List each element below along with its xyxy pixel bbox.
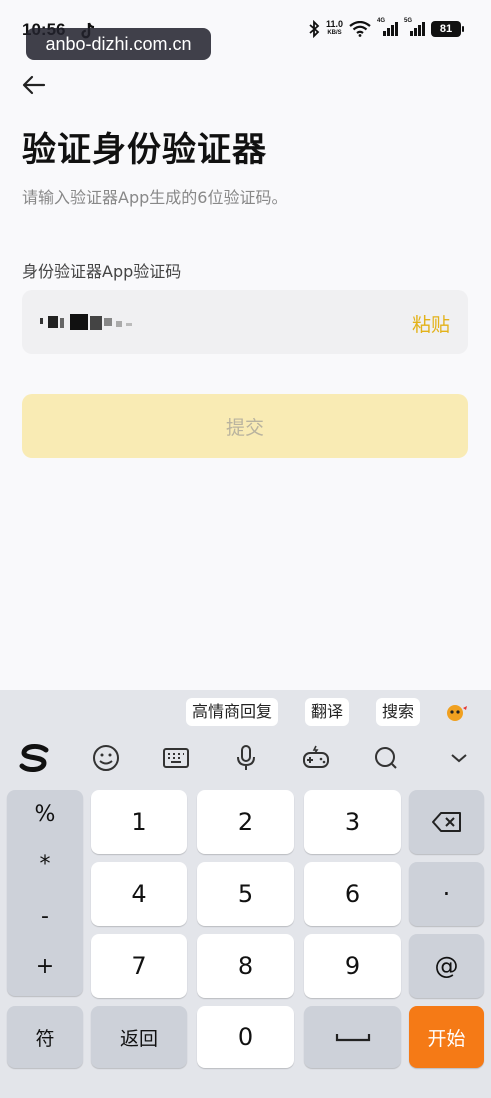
paste-button[interactable]: 粘贴 xyxy=(412,310,450,337)
space-key[interactable] xyxy=(304,1006,401,1068)
keyboard-suggestion-bar: 高情商回复 翻译 搜索 xyxy=(0,690,491,734)
key-2[interactable]: 2 xyxy=(197,790,294,854)
signal-4g-icon: 4G xyxy=(377,18,398,36)
wifi-icon xyxy=(349,21,371,37)
code-field-label: 身份验证器App验证码 xyxy=(22,262,182,281)
suggestion-translate[interactable]: 翻译 xyxy=(305,698,350,726)
start-key[interactable]: 开始 xyxy=(409,1006,484,1068)
microphone-icon[interactable] xyxy=(230,742,262,774)
key-plus[interactable]: + xyxy=(7,954,83,979)
key-8[interactable]: 8 xyxy=(197,934,294,998)
page-title: 验证身份验证器 xyxy=(22,130,267,170)
backspace-key[interactable] xyxy=(409,790,484,854)
key-dot[interactable]: · xyxy=(409,862,484,926)
space-icon xyxy=(335,1034,370,1042)
key-3[interactable]: 3 xyxy=(304,790,401,854)
code-input[interactable]: 粘贴 xyxy=(22,290,468,354)
key-6[interactable]: 6 xyxy=(304,862,401,926)
sogou-logo-icon[interactable] xyxy=(18,742,50,774)
page-subtitle: 请输入验证器App生成的6位验证码。 xyxy=(22,188,288,207)
keyboard-toolbar xyxy=(0,736,491,780)
status-icons: 11.0 KB/S 4G 5G 81 xyxy=(308,18,464,38)
network-speed: 11.0 KB/S xyxy=(325,19,343,37)
key-5[interactable]: 5 xyxy=(197,862,294,926)
key-asterisk[interactable]: * xyxy=(7,852,83,877)
search-icon[interactable] xyxy=(370,742,402,774)
emoji-icon[interactable] xyxy=(90,742,122,774)
watermark-label: anbo-dizhi.com.cn xyxy=(26,28,211,60)
key-0[interactable]: 0 xyxy=(197,1006,294,1068)
suggestion-eq-reply[interactable]: 高情商回复 xyxy=(186,698,279,726)
backspace-icon xyxy=(431,812,461,832)
keyboard: 高情商回复 翻译 搜索 % * - + 1 2 3 4 5 6 · 7 8 9 … xyxy=(0,690,491,1098)
keyboard-layout-icon[interactable] xyxy=(160,742,192,774)
suggestion-search[interactable]: 搜索 xyxy=(376,698,421,726)
key-4[interactable]: 4 xyxy=(91,862,187,926)
key-percent[interactable]: % xyxy=(7,802,83,827)
collapse-keyboard-icon[interactable] xyxy=(443,742,475,774)
key-at[interactable]: @ xyxy=(409,934,484,998)
back-arrow-icon[interactable] xyxy=(22,74,46,96)
key-9[interactable]: 9 xyxy=(304,934,401,998)
submit-button[interactable]: 提交 xyxy=(22,394,468,458)
battery-indicator: 81 xyxy=(431,21,464,37)
signal-5g-icon: 5G xyxy=(404,18,425,36)
key-7[interactable]: 7 xyxy=(91,934,187,998)
symbol-column[interactable]: % * - + xyxy=(7,790,83,996)
status-bar: 10:56 anbo-dizhi.com.cn 11.0 KB/S 4G 5G … xyxy=(0,0,491,60)
key-1[interactable]: 1 xyxy=(91,790,187,854)
gamepad-icon[interactable] xyxy=(300,742,332,774)
bluetooth-icon xyxy=(309,20,320,38)
back-key[interactable]: 返回 xyxy=(91,1006,187,1068)
mascot-icon[interactable] xyxy=(442,702,468,724)
redacted-code-image xyxy=(40,314,132,330)
key-minus[interactable]: - xyxy=(7,904,83,929)
symbols-key[interactable]: 符 xyxy=(7,1006,83,1068)
